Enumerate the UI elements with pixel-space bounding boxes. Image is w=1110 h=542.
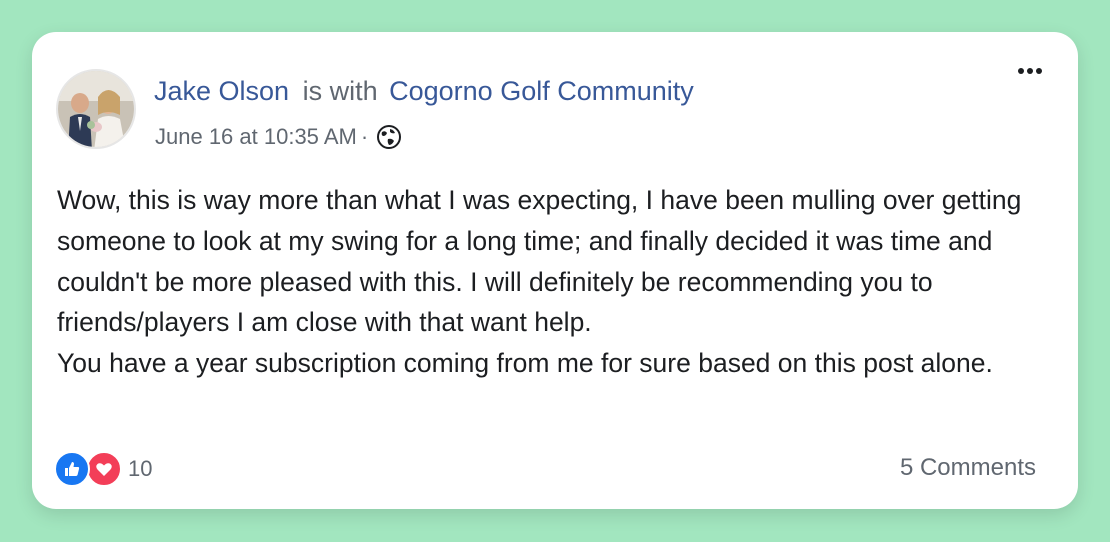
reaction-count: 10 bbox=[128, 456, 153, 481]
more-options-icon[interactable] bbox=[1018, 62, 1042, 80]
avatar[interactable] bbox=[56, 69, 136, 149]
meta-separator: · bbox=[360, 124, 369, 149]
post-meta: June 16 at 10:35 AM · bbox=[155, 122, 402, 152]
globe-icon[interactable] bbox=[376, 124, 402, 150]
post-timestamp-link[interactable]: June 16 at 10:35 AM bbox=[155, 122, 357, 152]
with-text: is with bbox=[302, 76, 378, 106]
like-icon bbox=[54, 451, 90, 487]
post-body: Wow, this is way more than what I was ex… bbox=[57, 185, 1022, 379]
comments-count-link[interactable]: 5 Comments bbox=[900, 454, 1036, 482]
author-name-link[interactable]: Jake Olson bbox=[154, 76, 289, 106]
group-name-link[interactable]: Cogorno Golf Community bbox=[389, 76, 694, 106]
post-header: Jake Olson is with Cogorno Golf Communit… bbox=[154, 74, 694, 108]
post-card: Jake Olson is with Cogorno Golf Communit… bbox=[32, 32, 1078, 509]
reactions-summary[interactable]: 10 bbox=[54, 451, 152, 487]
love-icon bbox=[86, 451, 122, 487]
